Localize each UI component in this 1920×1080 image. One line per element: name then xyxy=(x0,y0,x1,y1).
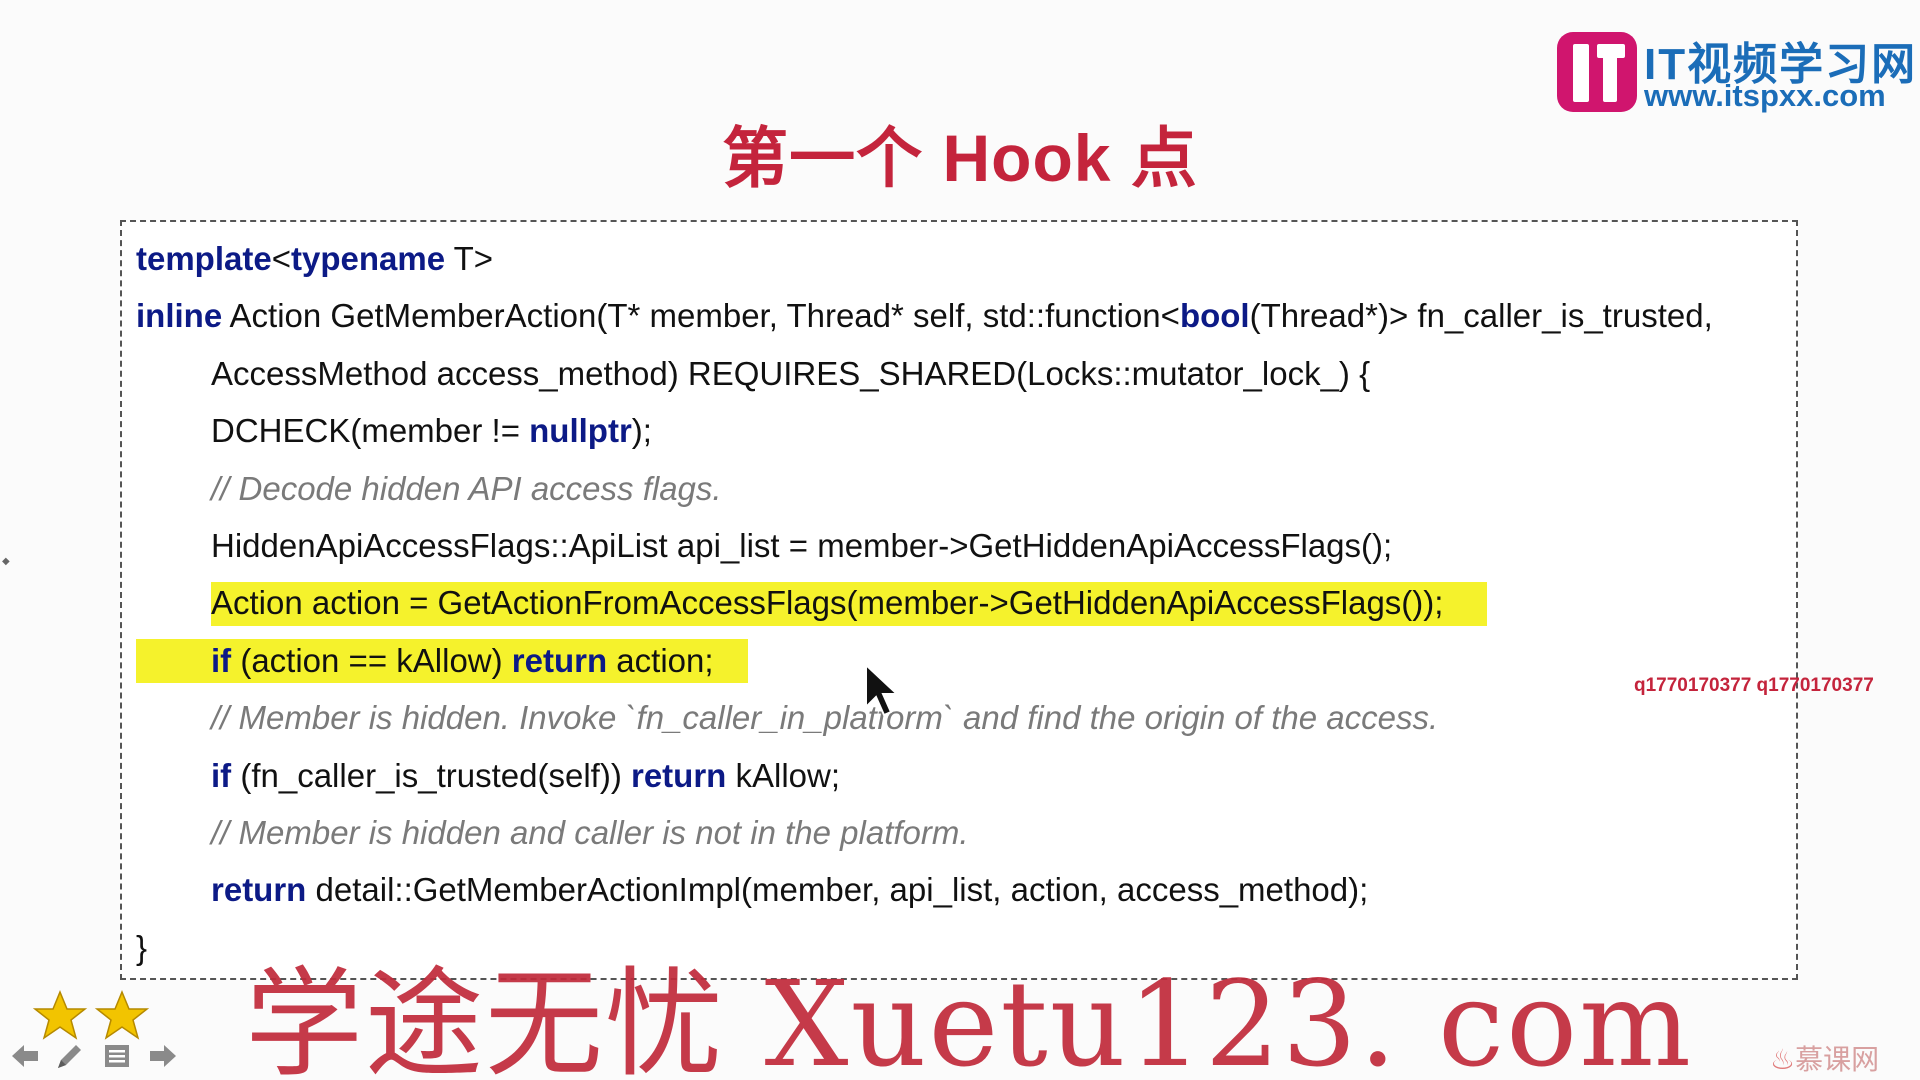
flame-icon: ♨ xyxy=(1770,1044,1796,1075)
code-text: action; xyxy=(607,642,714,679)
keyword: typename xyxy=(291,240,446,277)
keyword: if xyxy=(211,642,232,679)
code-line-6: HiddenApiAccessFlags::ApiList api_list =… xyxy=(211,521,1392,571)
corner-brand-text: 慕课网 xyxy=(1795,1044,1880,1075)
slide-navigation xyxy=(8,1040,188,1072)
code-line-2: inline Action GetMemberAction(T* member,… xyxy=(136,291,1713,341)
code-line-3: AccessMethod access_method) REQUIRES_SHA… xyxy=(211,349,1370,399)
code-line-7: Action action = GetActionFromAccessFlags… xyxy=(211,578,1443,628)
code-text: AccessMethod access_method) REQUIRES_SHA… xyxy=(211,355,1371,392)
keyword: template xyxy=(136,240,272,277)
presentation-slide: ◆ IT视频学习网 www.itspxx.com 第一个 Hook 点 temp… xyxy=(0,0,1920,1080)
keyword: inline xyxy=(136,297,223,334)
menu-icon[interactable] xyxy=(100,1040,134,1072)
slide-title: 第一个 Hook 点 xyxy=(722,121,1198,195)
code-comment: // Member is hidden. Invoke `fn_caller_i… xyxy=(211,699,1439,736)
keyword: if xyxy=(211,757,232,794)
code-comment: // Decode hidden API access flags. xyxy=(211,470,722,507)
keyword: bool xyxy=(1179,297,1250,334)
code-line-13: } xyxy=(136,923,147,973)
next-arrow-icon[interactable] xyxy=(146,1040,180,1072)
code-text: detail::GetMemberActionImpl(member, api_… xyxy=(306,871,1369,908)
code-comment: // Member is hidden and caller is not in… xyxy=(211,814,969,851)
code-text: Action GetMemberAction(T* member, Thread… xyxy=(222,297,1180,334)
corner-brand-watermark: ♨慕课网 xyxy=(1770,1038,1879,1078)
prev-arrow-icon[interactable] xyxy=(8,1040,42,1072)
keyword: nullptr xyxy=(529,412,632,449)
mouse-cursor-icon xyxy=(865,663,900,717)
rating-stars xyxy=(32,990,150,1040)
code-text: kAllow; xyxy=(726,757,841,794)
edge-marker-icon: ◆ xyxy=(2,556,10,567)
code-line-5: // Decode hidden API access flags. xyxy=(211,464,722,514)
code-text: HiddenApiAccessFlags::ApiList api_list =… xyxy=(211,527,1393,564)
keyword: return xyxy=(630,757,727,794)
code-text: Action action = GetActionFromAccessFlags… xyxy=(211,584,1444,621)
logo-mark-icon xyxy=(1557,32,1637,112)
code-line-9: // Member is hidden. Invoke `fn_caller_i… xyxy=(211,693,1438,743)
code-text: ); xyxy=(631,412,652,449)
code-text: < xyxy=(271,240,291,277)
code-block: template<typename T> inline Action GetMe… xyxy=(120,220,1798,980)
code-line-1: template<typename T> xyxy=(136,234,493,284)
code-text: T> xyxy=(445,240,494,277)
code-line-11: // Member is hidden and caller is not in… xyxy=(211,808,969,858)
code-line-4: DCHECK(member != nullptr); xyxy=(211,406,652,456)
code-line-10: if (fn_caller_is_trusted(self)) return k… xyxy=(211,751,840,801)
id-watermark: q1770170377 q1770170377 xyxy=(1634,675,1874,696)
code-line-12: return detail::GetMemberActionImpl(membe… xyxy=(211,865,1368,915)
star-icon xyxy=(32,990,88,1040)
keyword: return xyxy=(511,642,608,679)
pen-icon[interactable] xyxy=(52,1040,86,1072)
keyword: return xyxy=(211,871,307,908)
code-text: (action == kAllow) xyxy=(231,642,512,679)
code-text: } xyxy=(136,929,148,966)
star-icon xyxy=(94,990,150,1040)
code-text: (fn_caller_is_trusted(self)) xyxy=(231,757,631,794)
code-line-8: if (action == kAllow) return action; xyxy=(211,636,714,686)
site-watermark: 学途无忧 Xuetu123. com xyxy=(245,955,1694,1080)
code-text: (Thread*)> fn_caller_is_trusted, xyxy=(1249,297,1713,334)
code-text: DCHECK(member != xyxy=(211,412,530,449)
